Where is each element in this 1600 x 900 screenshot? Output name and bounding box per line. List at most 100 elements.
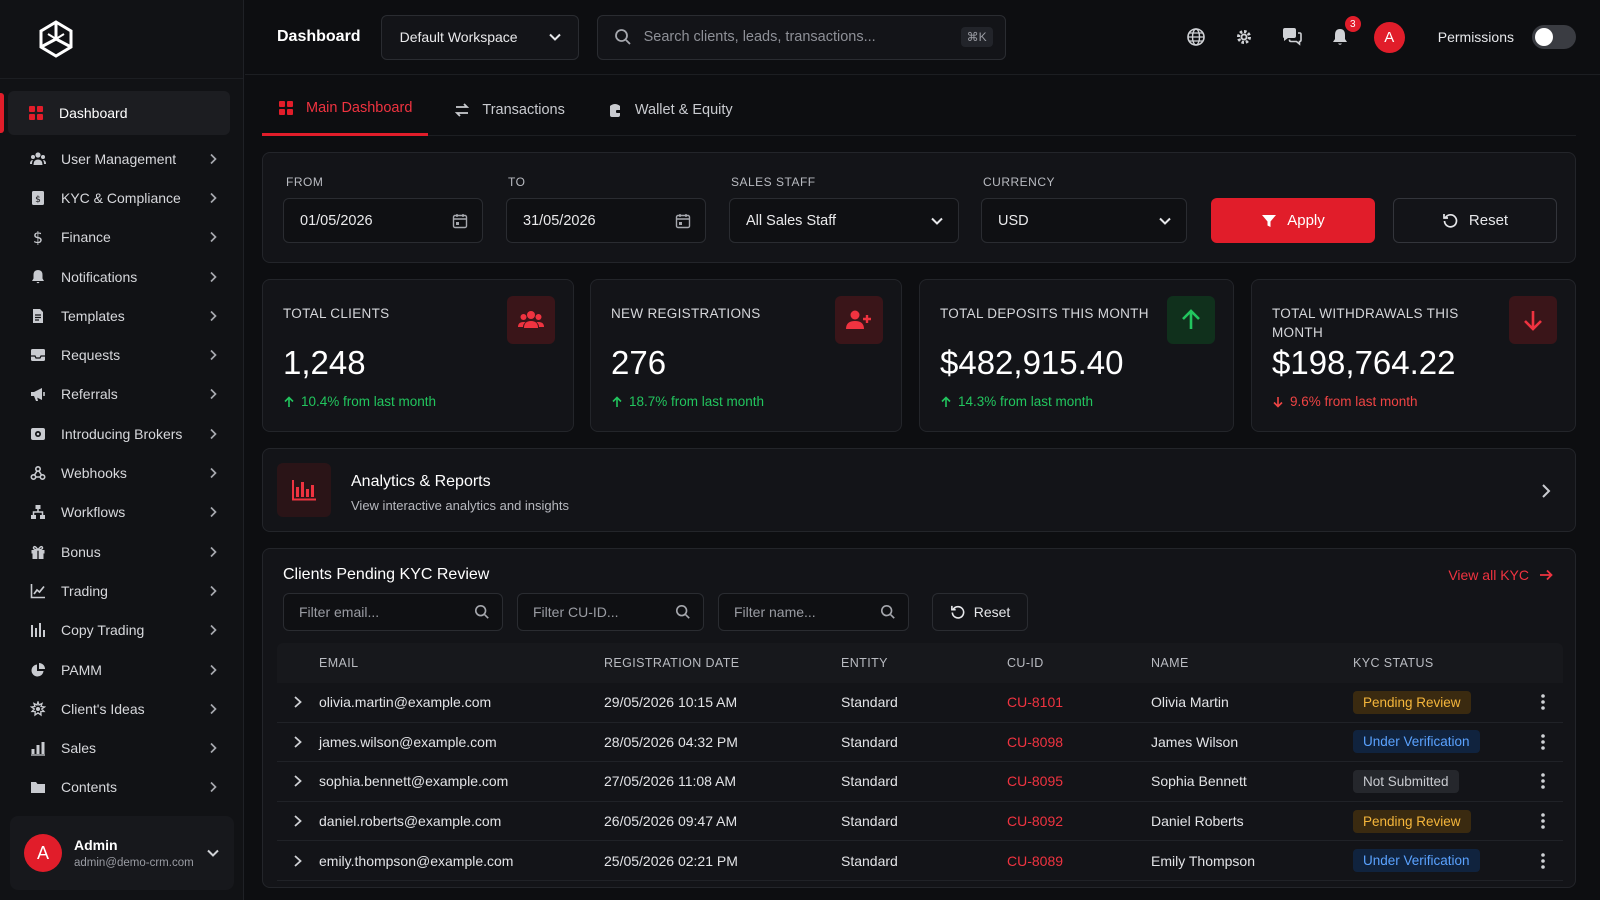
bell-icon <box>32 269 44 283</box>
sidebar-item-copy-trading[interactable]: Copy Trading <box>0 611 243 650</box>
table-row[interactable]: sophia.bennett@example.com 27/05/2026 11:… <box>277 762 1563 802</box>
tab-main-dashboard[interactable]: Main Dashboard <box>262 83 429 136</box>
search-input[interactable] <box>643 29 961 45</box>
name-filter-input[interactable] <box>734 604 880 620</box>
analytics-card[interactable]: Analytics & Reports View interactive ana… <box>262 448 1576 532</box>
column-header-registration-date[interactable]: REGISTRATION DATE <box>604 656 841 670</box>
from-date-field[interactable]: 01/05/2026 <box>283 198 483 243</box>
filter-reset-button[interactable]: Reset <box>932 593 1028 631</box>
chevron-right-icon[interactable] <box>292 735 304 749</box>
chevron-right-icon <box>210 664 217 675</box>
globe-icon[interactable] <box>1184 25 1208 49</box>
email-filter[interactable] <box>283 593 503 631</box>
column-header-entity[interactable]: ENTITY <box>841 656 1007 670</box>
apply-button[interactable]: Apply <box>1211 198 1375 243</box>
chat-icon[interactable] <box>1280 25 1304 49</box>
sidebar-item-kyc-compliance[interactable]: $ KYC & Compliance <box>0 178 243 217</box>
global-search[interactable]: ⌘K <box>596 14 1006 60</box>
topbar: Dashboard Default Workspace ⌘K 3 A <box>245 0 1600 75</box>
pie-chart-icon <box>31 662 45 676</box>
sidebar-item-pamm[interactable]: PAMM <box>0 650 243 689</box>
table-row[interactable]: james.wilson@example.com 28/05/2026 04:32… <box>277 723 1563 763</box>
stat-change: 10.4% from last month <box>283 394 436 409</box>
sidebar-item-templates[interactable]: Templates <box>0 296 243 335</box>
to-date-field[interactable]: 31/05/2026 <box>506 198 706 243</box>
kyc-title: Clients Pending KYC Review <box>283 566 490 583</box>
sidebar-item-bonus[interactable]: Bonus <box>0 532 243 571</box>
sidebar-item-workflows[interactable]: Workflows <box>0 493 243 532</box>
sidebar-item-referrals[interactable]: Referrals <box>0 375 243 414</box>
workspace-select[interactable]: Default Workspace <box>380 14 579 60</box>
sidebar-item-user-management[interactable]: User Management <box>0 139 243 178</box>
sidebar-item-client-s-ideas[interactable]: Client's Ideas <box>0 689 243 728</box>
column-header-cu-id[interactable]: CU-ID <box>1007 656 1151 670</box>
sidebar-item-finance[interactable]: $ Finance <box>0 218 243 257</box>
arrow-up-icon <box>284 395 294 407</box>
sidebar-item-requests[interactable]: Requests <box>0 335 243 374</box>
cell-registration-date: 29/05/2026 10:15 AM <box>604 694 738 711</box>
cell-cu-id[interactable]: CU-8098 <box>1007 734 1151 750</box>
user-card[interactable]: A Admin admin@demo-crm.com <box>10 816 234 890</box>
chevron-right-icon[interactable] <box>292 854 304 868</box>
cell-name: Olivia Martin <box>1151 694 1229 711</box>
more-vertical-icon[interactable] <box>1541 852 1545 869</box>
sidebar-item-dashboard[interactable]: Dashboard <box>0 91 230 135</box>
more-vertical-icon[interactable] <box>1541 734 1545 750</box>
chevron-right-icon <box>210 703 217 714</box>
cuid-filter[interactable] <box>517 593 704 631</box>
sidebar-item-notifications[interactable]: Notifications <box>0 257 243 296</box>
reset-icon <box>950 605 965 619</box>
chevron-right-icon <box>210 782 217 793</box>
email-filter-input[interactable] <box>299 604 474 620</box>
cuid-filter-input[interactable] <box>533 604 675 620</box>
chevron-right-icon[interactable] <box>292 774 304 788</box>
chevron-down-icon <box>931 217 943 225</box>
sidebar-item-label: Dashboard <box>59 105 128 121</box>
chevron-right-icon[interactable] <box>292 814 304 828</box>
cell-registration-date: 26/05/2026 09:47 AM <box>604 813 738 830</box>
name-filter[interactable] <box>718 593 909 631</box>
sidebar-item-introducing-brokers[interactable]: Introducing Brokers <box>0 414 243 453</box>
cell-cu-id[interactable]: CU-8101 <box>1007 694 1151 710</box>
currency-value: USD <box>998 212 1029 229</box>
more-vertical-icon[interactable] <box>1541 694 1545 711</box>
more-vertical-icon[interactable] <box>1541 813 1545 829</box>
chevron-right-icon[interactable] <box>292 695 304 709</box>
table-row[interactable]: olivia.martin@example.com 29/05/2026 10:1… <box>277 683 1563 723</box>
avatar[interactable]: A <box>1373 21 1405 53</box>
gear-icon[interactable] <box>1232 25 1256 49</box>
sales-staff-label: SALES STAFF <box>731 175 816 189</box>
chevron-right-icon <box>210 742 217 754</box>
sidebar-item-webhooks[interactable]: Webhooks <box>0 453 243 492</box>
sidebar-item-trading[interactable]: Trading <box>0 571 243 610</box>
chevron-right-icon <box>210 507 217 518</box>
more-vertical-icon[interactable] <box>1541 773 1545 790</box>
cell-email: james.wilson@example.com <box>319 733 497 750</box>
cell-entity: Standard <box>841 694 898 711</box>
chevron-down-icon[interactable] <box>206 846 220 860</box>
reset-button[interactable]: Reset <box>1393 198 1557 243</box>
column-header-name[interactable]: NAME <box>1151 656 1353 670</box>
sales-staff-select[interactable]: All Sales Staff <box>729 198 959 243</box>
currency-select[interactable]: USD <box>981 198 1187 243</box>
cell-cu-id[interactable]: CU-8092 <box>1007 813 1151 829</box>
table-row[interactable]: emily.thompson@example.com 25/05/2026 02:… <box>277 841 1563 881</box>
view-all-kyc-link[interactable]: View all KYC <box>1448 567 1553 583</box>
cell-registration-date: 27/05/2026 11:08 AM <box>604 773 737 790</box>
cell-cu-id[interactable]: CU-8089 <box>1007 853 1151 869</box>
permissions-toggle[interactable] <box>1532 25 1576 49</box>
column-header-email[interactable]: EMAIL <box>319 656 604 670</box>
table-row[interactable]: daniel.roberts@example.com 26/05/2026 09:… <box>277 802 1563 842</box>
logo[interactable] <box>0 0 243 79</box>
tab-transactions[interactable]: Transactions <box>438 83 580 136</box>
stat-value: $482,915.40 <box>940 344 1124 381</box>
column-header-kyc-status[interactable]: KYC STATUS <box>1353 656 1523 670</box>
status-badge: Not Submitted <box>1353 769 1459 793</box>
chevron-right-icon[interactable] <box>1539 483 1553 499</box>
sidebar-item-sales[interactable]: Sales <box>0 728 243 767</box>
notification-badge: 3 <box>1344 16 1361 32</box>
cell-cu-id[interactable]: CU-8095 <box>1007 773 1151 789</box>
bell-icon[interactable]: 3 <box>1328 16 1361 49</box>
tab-wallet-equity[interactable]: Wallet & Equity <box>591 83 749 136</box>
sidebar-item-contents[interactable]: Contents <box>0 768 243 807</box>
